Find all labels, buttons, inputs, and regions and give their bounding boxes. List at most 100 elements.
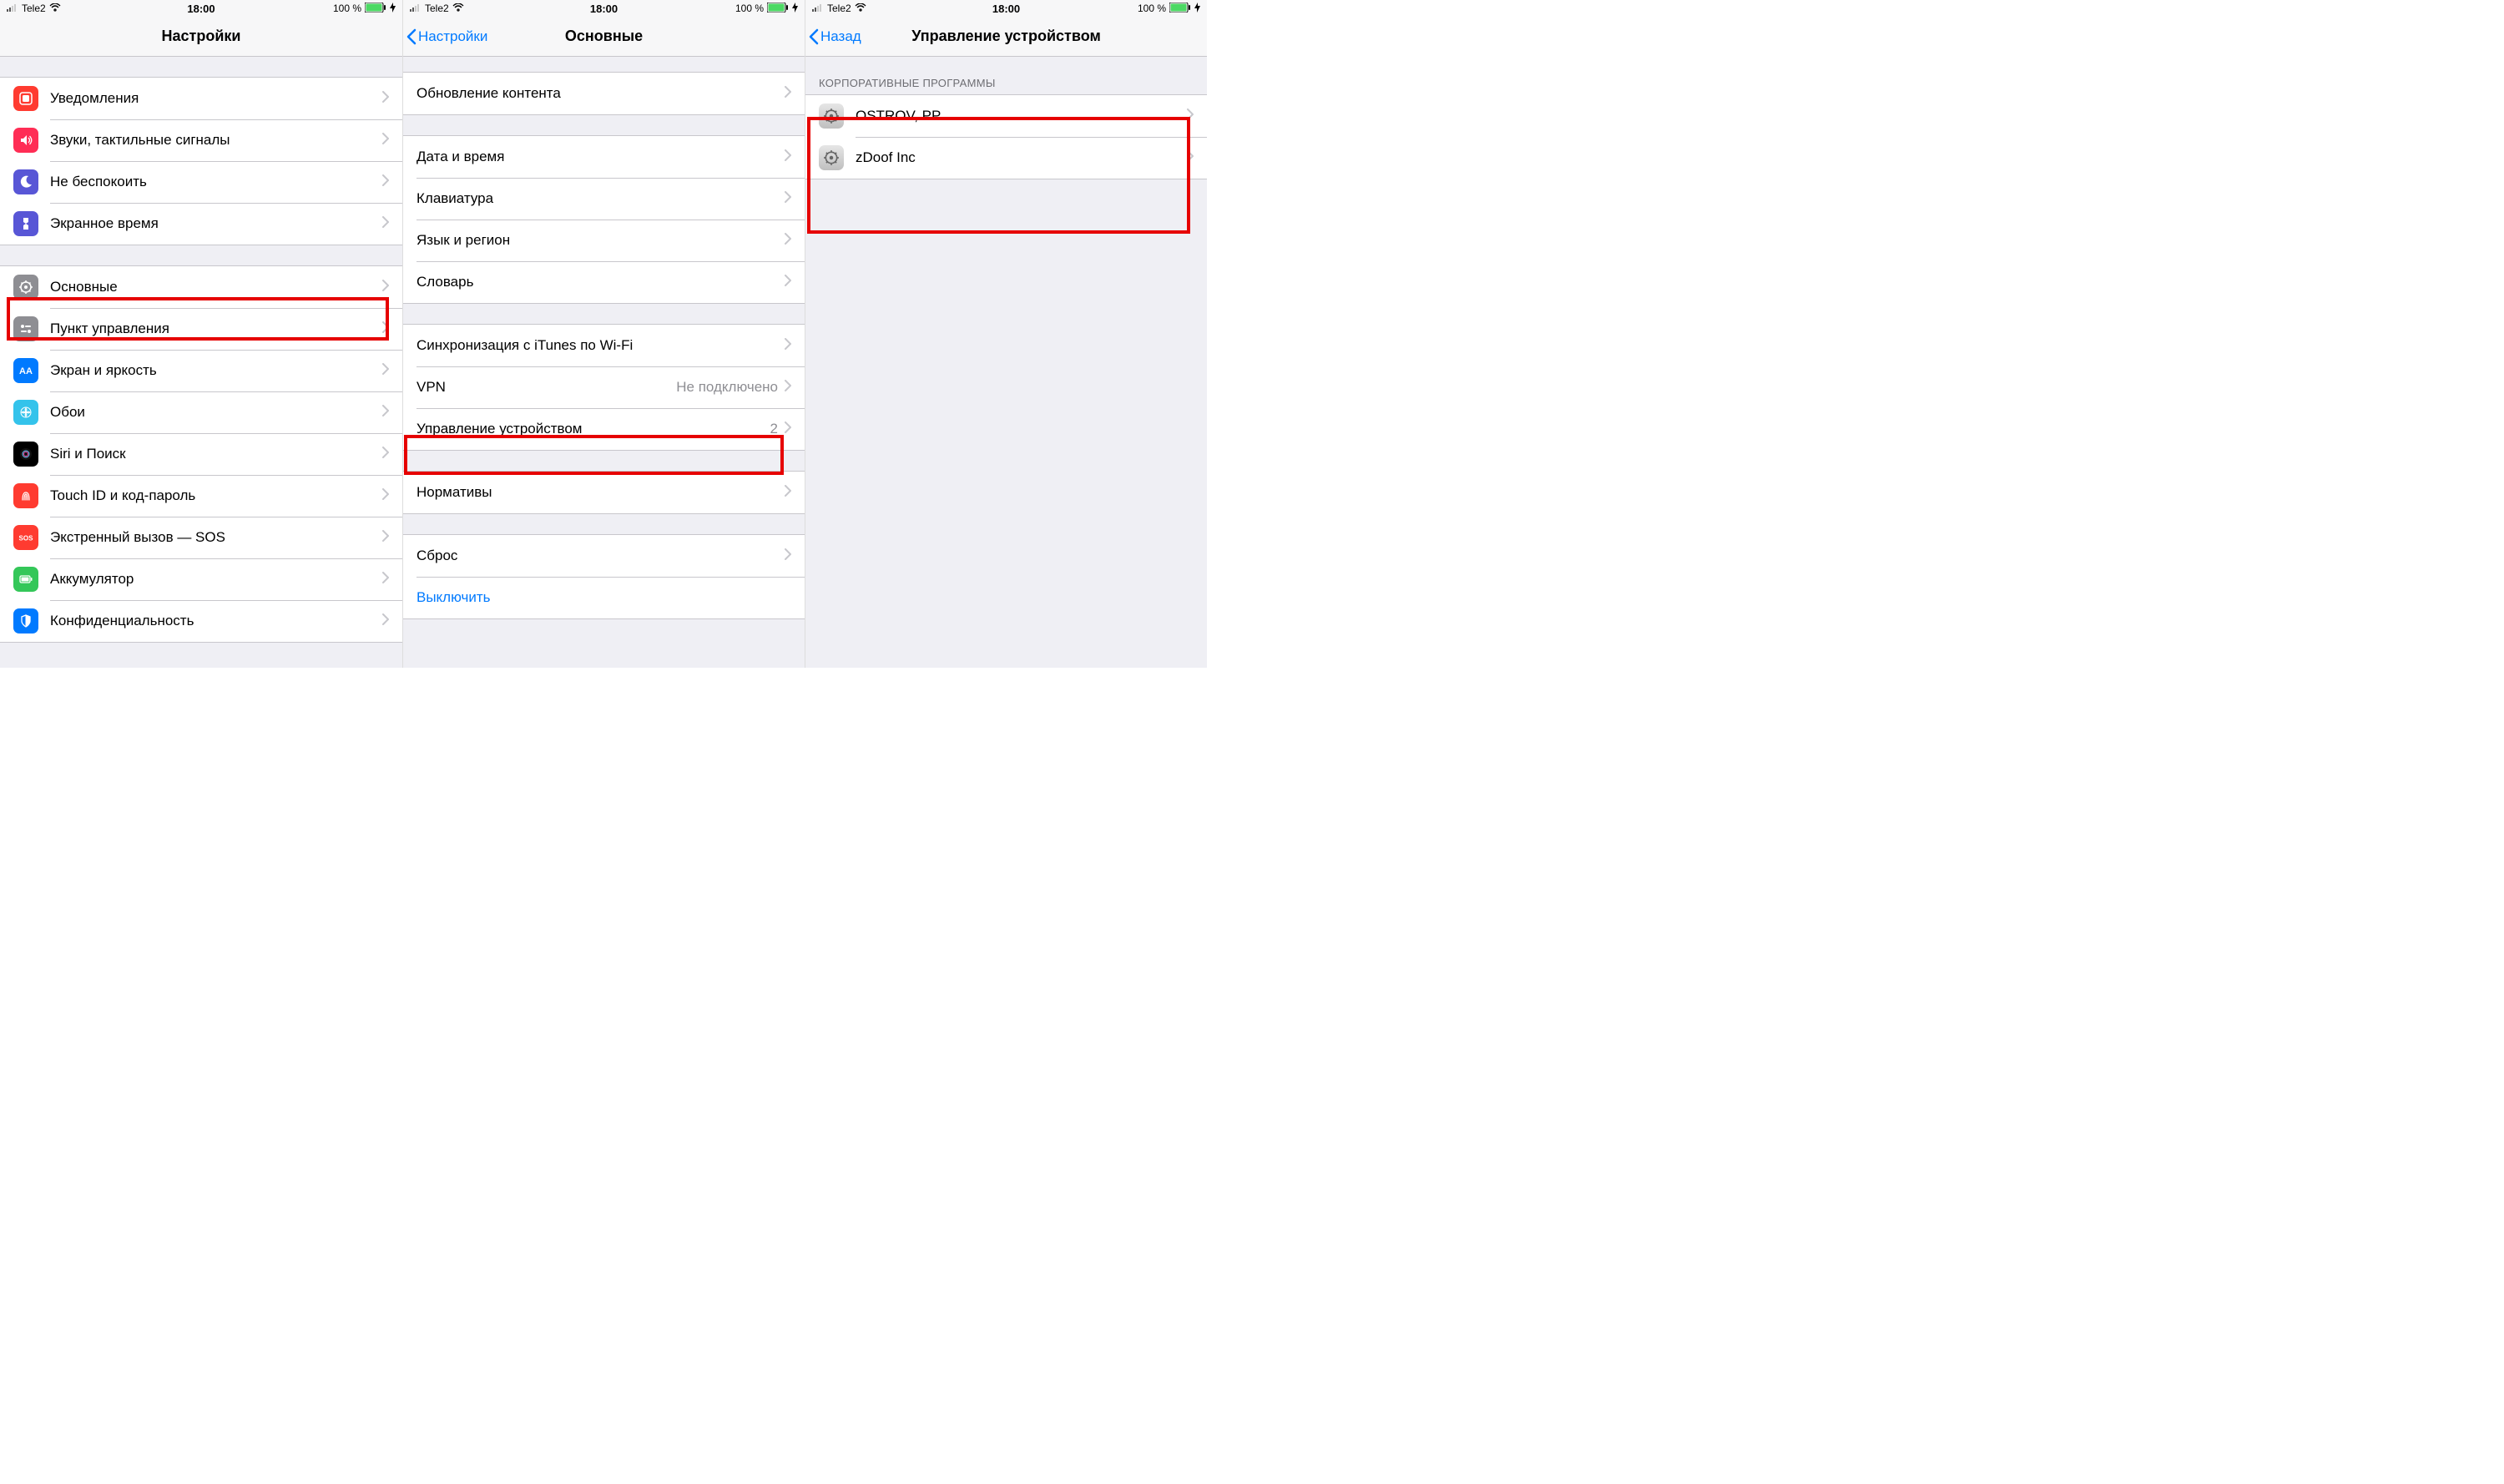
page-title: Управление устройством xyxy=(911,28,1101,45)
settings-row[interactable]: Сброс xyxy=(403,535,805,577)
row-label: Дата и время xyxy=(416,149,785,165)
settings-row[interactable]: Уведомления xyxy=(0,78,402,119)
chevron-right-icon xyxy=(785,485,791,501)
settings-row[interactable]: Словарь xyxy=(403,261,805,303)
settings-group-2: Основные Пункт управления AA Экран и яркост… xyxy=(0,265,402,643)
chevron-right-icon xyxy=(382,216,389,232)
settings-row[interactable]: Конфиденциальность xyxy=(0,600,402,642)
row-label: Touch ID и код-пароль xyxy=(50,487,382,504)
wallpaper-icon xyxy=(13,400,38,425)
settings-row[interactable]: Siri и Поиск xyxy=(0,433,402,475)
nav-bar: Настройки Основные xyxy=(403,17,805,57)
sos-icon: SOS xyxy=(13,525,38,550)
general-icon xyxy=(13,275,38,300)
row-label: Экстренный вызов — SOS xyxy=(50,529,382,546)
settings-row[interactable]: SOS Экстренный вызов — SOS xyxy=(0,517,402,558)
settings-row[interactable]: Пункт управления xyxy=(0,308,402,350)
general-group-5: Сброс Выключить xyxy=(403,534,805,619)
chevron-right-icon xyxy=(382,572,389,588)
battery-icon xyxy=(13,567,38,592)
row-value: Не подключено xyxy=(676,379,778,396)
settings-group-1: УведомленияЗвуки, тактильные сигналы Не б… xyxy=(0,77,402,245)
nav-bar: Назад Управление устройством xyxy=(805,17,1207,57)
settings-row[interactable]: Язык и регион xyxy=(403,220,805,261)
clock: 18:00 xyxy=(403,3,805,15)
settings-row[interactable]: AA Экран и яркость xyxy=(0,350,402,391)
back-button[interactable]: Назад xyxy=(809,28,861,45)
settings-row[interactable]: Обои xyxy=(0,391,402,433)
back-button[interactable]: Настройки xyxy=(406,28,487,45)
row-label: Обновление контента xyxy=(416,85,785,102)
settings-row[interactable]: VPNНе подключено xyxy=(403,366,805,408)
chevron-right-icon xyxy=(382,321,389,337)
chevron-right-icon xyxy=(382,91,389,107)
row-label: Не беспокоить xyxy=(50,174,382,190)
privacy-icon xyxy=(13,608,38,633)
row-label: Словарь xyxy=(416,274,785,290)
chevron-right-icon xyxy=(785,421,791,437)
profile-row[interactable]: zDoof Inc xyxy=(805,137,1207,179)
profile-row[interactable]: OSTROV, PP xyxy=(805,95,1207,137)
row-label: Нормативы xyxy=(416,484,785,501)
chevron-right-icon xyxy=(785,548,791,564)
chevron-right-icon xyxy=(785,191,791,207)
chevron-right-icon xyxy=(785,275,791,290)
touchid-icon xyxy=(13,483,38,508)
settings-row[interactable]: Аккумулятор xyxy=(0,558,402,600)
status-bar: Tele2 18:00 100 % xyxy=(805,0,1207,17)
row-label: Выключить xyxy=(416,589,791,606)
row-label: OSTROV, PP xyxy=(856,108,1187,124)
general-group-4: Нормативы xyxy=(403,471,805,514)
chevron-right-icon xyxy=(382,613,389,629)
svg-text:AA: AA xyxy=(19,366,33,376)
profiles-group: OSTROV, PP zDoof Inc xyxy=(805,94,1207,179)
chevron-right-icon xyxy=(382,447,389,462)
general-group-3: Синхронизация с iTunes по Wi-Fi VPNНе под… xyxy=(403,324,805,451)
settings-row[interactable]: Обновление контента xyxy=(403,73,805,114)
row-label: Обои xyxy=(50,404,382,421)
settings-row[interactable]: Экранное время xyxy=(0,203,402,245)
chevron-right-icon xyxy=(1187,150,1194,166)
chevron-right-icon xyxy=(1187,109,1194,124)
general-group-1: Обновление контента xyxy=(403,72,805,115)
page-title: Основные xyxy=(565,28,643,45)
settings-row[interactable]: Управление устройством2 xyxy=(403,408,805,450)
control-icon xyxy=(13,316,38,341)
settings-row[interactable]: Основные xyxy=(0,266,402,308)
row-label: Аккумулятор xyxy=(50,571,382,588)
settings-row[interactable]: Звуки, тактильные сигналы xyxy=(0,119,402,161)
row-label: Синхронизация с iTunes по Wi-Fi xyxy=(416,337,785,354)
chevron-right-icon xyxy=(382,280,389,295)
chevron-right-icon xyxy=(785,338,791,354)
row-label: VPN xyxy=(416,379,676,396)
chevron-right-icon xyxy=(382,488,389,504)
screentime-icon xyxy=(13,211,38,236)
chevron-right-icon xyxy=(382,133,389,149)
status-bar: Tele2 18:00 100 % xyxy=(0,0,402,17)
settings-row[interactable]: Синхронизация с iTunes по Wi-Fi xyxy=(403,325,805,366)
chevron-right-icon xyxy=(785,233,791,249)
row-label: Конфиденциальность xyxy=(50,613,382,629)
settings-row[interactable]: Выключить xyxy=(403,577,805,618)
settings-row[interactable]: Дата и время xyxy=(403,136,805,178)
chevron-right-icon xyxy=(382,405,389,421)
row-label: Основные xyxy=(50,279,382,295)
settings-row[interactable]: Клавиатура xyxy=(403,178,805,220)
row-label: Клавиатура xyxy=(416,190,785,207)
settings-row[interactable]: Не беспокоить xyxy=(0,161,402,203)
chevron-right-icon xyxy=(382,363,389,379)
display-icon: AA xyxy=(13,358,38,383)
clock: 18:00 xyxy=(0,3,402,15)
settings-row[interactable]: Touch ID и код-пароль xyxy=(0,475,402,517)
page-title: Настройки xyxy=(162,28,241,45)
row-label: Язык и регион xyxy=(416,232,785,249)
settings-row[interactable]: Нормативы xyxy=(403,472,805,513)
status-bar: Tele2 18:00 100 % xyxy=(403,0,805,17)
row-label: Управление устройством xyxy=(416,421,770,437)
screen-general: Tele2 18:00 100 % Настройки Основные Обн… xyxy=(402,0,805,668)
chevron-right-icon xyxy=(785,380,791,396)
row-label: Экранное время xyxy=(50,215,382,232)
row-label: Пункт управления xyxy=(50,321,382,337)
chevron-right-icon xyxy=(382,530,389,546)
row-label: Экран и яркость xyxy=(50,362,382,379)
